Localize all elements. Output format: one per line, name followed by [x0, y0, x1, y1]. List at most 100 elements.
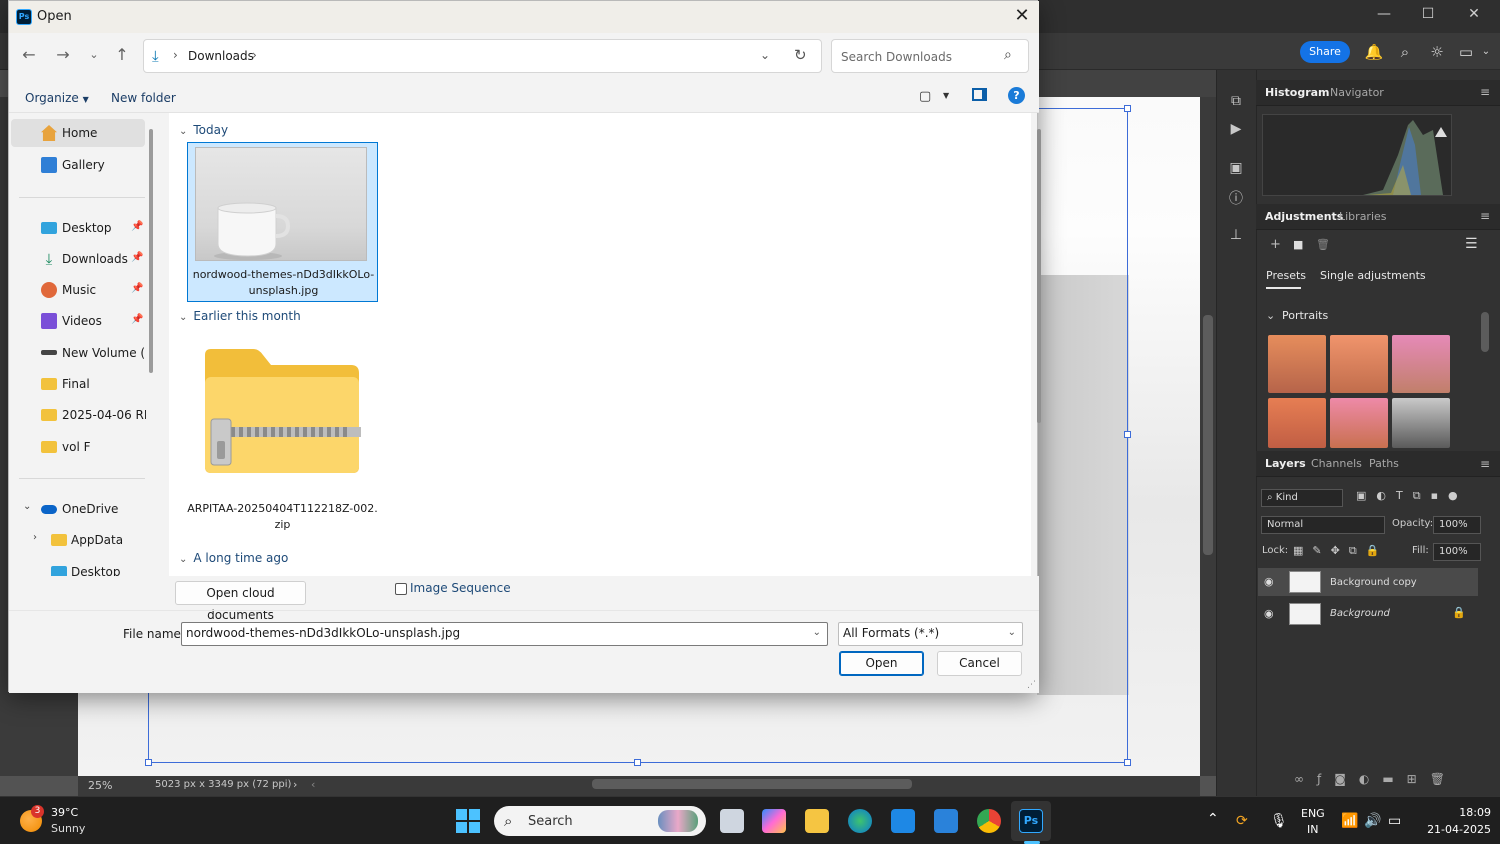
chevron-left-icon[interactable]: ‹ — [311, 778, 315, 791]
image-sequence-label[interactable]: Image Sequence — [410, 581, 511, 595]
group-header-long-ago[interactable]: ⌄ A long time ago — [179, 551, 288, 565]
weather-condition[interactable]: Sunny — [51, 822, 85, 835]
share-button[interactable]: Share — [1300, 41, 1350, 63]
language-indicator[interactable]: ENG — [1301, 807, 1325, 820]
panel-menu-icon[interactable]: ≡ — [1480, 85, 1490, 99]
lock-icons[interactable]: ▦✎✥⧉🔒 — [1293, 544, 1388, 558]
sidebar-item-new-volume[interactable]: New Volume (F:) — [11, 339, 146, 367]
recent-locations-chevron-icon[interactable]: ⌄ — [84, 45, 104, 65]
taskbar-search[interactable]: ⌕ Search — [494, 806, 706, 836]
view-icon[interactable]: ▢ — [919, 89, 931, 104]
edge-icon[interactable] — [848, 809, 872, 833]
blend-mode-select[interactable]: Normal — [1261, 516, 1385, 534]
clone-source-icon[interactable]: ⊥ — [1226, 227, 1246, 247]
portrait-preset[interactable] — [1330, 335, 1388, 393]
add-icon[interactable]: + — [1270, 237, 1281, 252]
chevron-down-icon[interactable]: ⌄ — [1476, 42, 1496, 62]
file-list-scrollbar[interactable] — [1037, 129, 1041, 423]
open-cloud-documents-button[interactable]: Open cloud documents — [175, 581, 306, 622]
group-header-today[interactable]: ⌄ Today — [179, 123, 228, 137]
transform-handle[interactable] — [1124, 431, 1131, 438]
file-item[interactable]: ARPITAA-20250404T112218Z-002. zip — [187, 335, 378, 543]
close-icon[interactable]: ✕ — [1009, 5, 1035, 29]
microphone-icon[interactable]: 🎙 — [1270, 813, 1288, 829]
tab-adjustments[interactable]: Adjustments — [1265, 210, 1343, 223]
back-arrow-icon[interactable]: ← — [19, 45, 39, 65]
transform-handle[interactable] — [1124, 759, 1131, 766]
breadcrumb-separator-icon[interactable]: › — [173, 48, 178, 62]
chevron-down-icon[interactable]: ⌄ — [1266, 309, 1275, 322]
lock-icon[interactable]: 🔒 — [1452, 606, 1466, 619]
group-header-earlier[interactable]: ⌄ Earlier this month — [179, 309, 301, 323]
lightbulb-icon[interactable]: ☼ — [1427, 42, 1447, 62]
layer-filter-kind[interactable]: ⌕ Kind — [1261, 489, 1343, 507]
actions-play-icon[interactable]: ▶ — [1226, 121, 1246, 141]
document-tab[interactable] — [1037, 70, 1217, 97]
sidebar-scrollbar[interactable] — [149, 129, 153, 373]
dropbox-icon[interactable] — [891, 809, 915, 833]
help-icon[interactable]: ? — [1008, 87, 1025, 104]
chevron-up-icon[interactable]: ⌃ — [1207, 811, 1219, 827]
workspace-icon[interactable]: ▭ — [1456, 42, 1476, 62]
address-bar[interactable]: ⤓ › Downloads › ⌄ ↻ — [143, 39, 822, 73]
list-view-icon[interactable]: ☰ — [1465, 236, 1478, 252]
image-sequence-checkbox[interactable] — [395, 583, 407, 595]
sidebar-item-ritu[interactable]: 2025-04-06 RITU — [11, 401, 146, 429]
tab-channels[interactable]: Channels — [1311, 457, 1362, 470]
portrait-preset[interactable] — [1268, 335, 1326, 393]
layer-name[interactable]: Background copy — [1330, 577, 1417, 588]
tab-libraries[interactable]: Libraries — [1339, 210, 1387, 223]
chevron-down-icon[interactable]: ⌄ — [23, 501, 31, 512]
open-button[interactable]: Open — [839, 651, 924, 676]
volume-icon[interactable]: 🔊 — [1364, 813, 1381, 829]
panel-scroll-thumb[interactable] — [1481, 312, 1489, 352]
portrait-preset[interactable] — [1330, 398, 1388, 448]
pin-icon[interactable]: 📌 — [131, 314, 143, 325]
chevron-right-icon[interactable]: › — [33, 532, 37, 543]
search-input[interactable]: Search Downloads ⌕ — [831, 39, 1029, 73]
new-folder-button[interactable]: New folder — [111, 91, 176, 105]
pin-icon[interactable]: 📌 — [131, 283, 143, 294]
organize-button[interactable]: Organize ▼ — [25, 91, 89, 105]
tab-navigator[interactable]: Navigator — [1330, 86, 1384, 99]
sidebar-item-home[interactable]: Home — [11, 119, 145, 147]
info-icon[interactable]: ⓘ — [1226, 188, 1246, 208]
search-icon[interactable]: ⌕ — [1395, 42, 1415, 62]
sidebar-item-downloads[interactable]: ⤓ Downloads 📌 — [11, 245, 145, 273]
sidebar-item-desktop-onedrive[interactable]: Desktop — [11, 558, 145, 576]
bell-icon[interactable]: 🔔 — [1364, 42, 1384, 62]
sidebar-item-gallery[interactable]: Gallery — [11, 151, 145, 179]
copilot-icon[interactable] — [762, 809, 786, 833]
file-name-input[interactable]: nordwood-themes-nDd3dIkkOLo-unsplash.jpg… — [181, 622, 828, 646]
preview-pane-icon[interactable] — [972, 88, 987, 101]
breadcrumb-separator-icon[interactable]: › — [252, 48, 257, 62]
layer-actions-icons[interactable]: ∞ƒ◙◐▬⊞🗑 — [1294, 772, 1458, 786]
mail-icon[interactable] — [934, 809, 958, 833]
chevron-right-icon[interactable]: › — [293, 778, 297, 791]
minimize-icon[interactable]: — — [1364, 6, 1404, 26]
layer-filter-icons[interactable]: ▣◐T⧉▪● — [1356, 489, 1468, 503]
sidebar-item-music[interactable]: Music 📌 — [11, 276, 145, 304]
cancel-button[interactable]: Cancel — [937, 651, 1022, 676]
battery-icon[interactable]: ▭ — [1388, 813, 1401, 829]
zoom-level[interactable]: 25% — [88, 779, 112, 792]
sidebar-item-videos[interactable]: Videos 📌 — [11, 307, 145, 335]
address-dropdown-icon[interactable]: ⌄ — [760, 48, 770, 62]
panel-menu-icon[interactable]: ≡ — [1480, 457, 1490, 471]
file-item-selected[interactable]: nordwood-themes-nDd3dIkkOLo- unsplash.jp… — [187, 142, 378, 302]
tab-single-adjustments[interactable]: Single adjustments — [1320, 269, 1426, 282]
chrome-icon[interactable] — [977, 809, 1001, 833]
layer-name[interactable]: Background — [1330, 608, 1390, 619]
history-icon[interactable]: ⧉ — [1226, 93, 1246, 113]
tab-presets[interactable]: Presets — [1266, 269, 1306, 282]
sidebar-item-vol-f[interactable]: vol F — [11, 433, 145, 461]
eye-icon[interactable]: ◉ — [1264, 607, 1274, 620]
wifi-icon[interactable]: 📶 — [1341, 813, 1358, 829]
sidebar-item-onedrive[interactable]: ⌄ OneDrive — [11, 495, 145, 523]
portrait-preset[interactable] — [1392, 398, 1450, 448]
clock-time[interactable]: 18:09 — [1447, 806, 1491, 819]
maximize-icon[interactable]: ☐ — [1408, 6, 1448, 26]
tab-paths[interactable]: Paths — [1369, 457, 1399, 470]
transform-handle[interactable] — [145, 759, 152, 766]
transform-handle[interactable] — [1124, 105, 1131, 112]
